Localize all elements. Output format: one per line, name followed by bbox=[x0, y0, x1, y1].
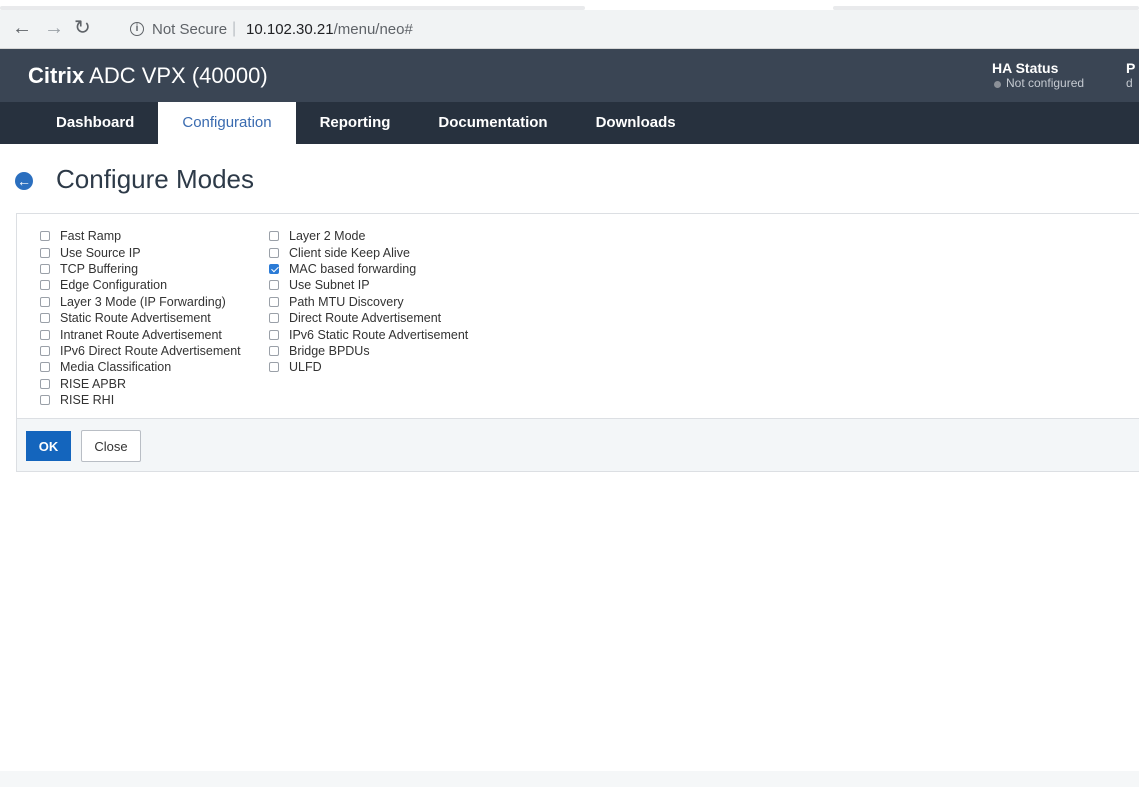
ha-status-dot-icon bbox=[994, 81, 1001, 88]
mode-label: IPv6 Direct Route Advertisement bbox=[60, 343, 241, 358]
checkbox[interactable] bbox=[40, 263, 50, 274]
checkbox[interactable] bbox=[40, 378, 50, 389]
back-circle-icon[interactable]: ← bbox=[15, 172, 33, 190]
page-title: Configure Modes bbox=[56, 164, 254, 194]
mode-label: Bridge BPDUs bbox=[289, 343, 370, 358]
mode-label: Static Route Advertisement bbox=[60, 311, 211, 326]
checkbox[interactable] bbox=[269, 247, 279, 258]
checkbox[interactable] bbox=[269, 329, 279, 340]
mode-label: ULFD bbox=[289, 360, 322, 375]
app-header: Citrix ADC VPX (40000) HA Status Not con… bbox=[0, 49, 1139, 102]
modes-column-1: Fast Ramp Use Source IP TCP Buffering Ed… bbox=[40, 228, 241, 408]
modes-panel: Fast Ramp Use Source IP TCP Buffering Ed… bbox=[16, 213, 1139, 419]
mode-label: RISE APBR bbox=[60, 376, 126, 391]
mode-option[interactable]: Layer 2 Mode bbox=[269, 228, 468, 244]
checkbox[interactable] bbox=[40, 362, 50, 373]
mode-option[interactable]: Direct Route Advertisement bbox=[269, 310, 468, 326]
mode-label: Direct Route Advertisement bbox=[289, 311, 442, 326]
mode-label: Use Subnet IP bbox=[289, 278, 370, 293]
back-arrow-icon[interactable]: ← bbox=[12, 17, 32, 39]
mode-label: IPv6 Static Route Advertisement bbox=[289, 327, 469, 342]
mode-option[interactable]: Fast Ramp bbox=[40, 228, 241, 244]
checkbox[interactable] bbox=[269, 231, 279, 242]
brand-citrix: Citrix bbox=[28, 63, 85, 88]
close-button[interactable]: Close bbox=[81, 430, 141, 462]
partition-label[interactable]: P bbox=[1126, 60, 1135, 76]
mode-label: Intranet Route Advertisement bbox=[60, 327, 222, 342]
checkbox[interactable] bbox=[40, 247, 50, 258]
mode-label: Client side Keep Alive bbox=[289, 245, 410, 260]
browser-tab-strip bbox=[0, 0, 1139, 10]
main-nav: Dashboard Configuration Reporting Docume… bbox=[0, 102, 1139, 144]
mode-option[interactable]: Edge Configuration bbox=[40, 277, 241, 293]
tab-documentation[interactable]: Documentation bbox=[414, 102, 571, 144]
checkbox[interactable] bbox=[40, 345, 50, 356]
url-field[interactable]: 10.102.30.21/menu/neo# bbox=[246, 21, 413, 38]
form-footer: OK Close bbox=[16, 418, 1139, 472]
product-brand: Citrix ADC VPX (40000) bbox=[28, 63, 268, 89]
mode-option[interactable]: IPv6 Direct Route Advertisement bbox=[40, 343, 241, 359]
mode-label: MAC based forwarding bbox=[289, 261, 417, 276]
info-icon[interactable]: i bbox=[130, 22, 144, 36]
forward-arrow-icon[interactable]: → bbox=[44, 17, 64, 39]
mode-label: Layer 2 Mode bbox=[289, 229, 366, 244]
checkbox[interactable] bbox=[269, 296, 279, 307]
checkbox[interactable] bbox=[40, 395, 50, 406]
checkbox[interactable] bbox=[40, 280, 50, 291]
bottom-strip bbox=[0, 771, 1139, 787]
not-secure-label[interactable]: Not Secure bbox=[152, 21, 227, 38]
ha-status-label: HA Status bbox=[992, 60, 1059, 76]
tab-configuration[interactable]: Configuration bbox=[158, 102, 296, 144]
checkbox[interactable] bbox=[269, 313, 279, 324]
mode-option[interactable]: Layer 3 Mode (IP Forwarding) bbox=[40, 294, 241, 310]
tab-dashboard[interactable]: Dashboard bbox=[32, 102, 158, 144]
mode-label: Media Classification bbox=[60, 360, 172, 375]
mode-label: Fast Ramp bbox=[60, 229, 122, 244]
browser-address-bar: ← → ↻ i Not Secure | 10.102.30.21/menu/n… bbox=[0, 10, 1139, 49]
checkbox[interactable] bbox=[269, 263, 279, 274]
mode-option[interactable]: ULFD bbox=[269, 359, 468, 375]
ok-button[interactable]: OK bbox=[26, 431, 71, 461]
checkbox[interactable] bbox=[40, 329, 50, 340]
checkbox[interactable] bbox=[40, 296, 50, 307]
mode-label: Path MTU Discovery bbox=[289, 294, 404, 309]
ha-status-value: Not configured bbox=[1006, 76, 1085, 90]
checkbox[interactable] bbox=[269, 280, 279, 291]
mode-option[interactable]: Path MTU Discovery bbox=[269, 294, 468, 310]
mode-label: Layer 3 Mode (IP Forwarding) bbox=[60, 294, 226, 309]
mode-option[interactable]: Client side Keep Alive bbox=[269, 244, 468, 260]
mode-label: Use Source IP bbox=[60, 245, 141, 260]
reload-icon[interactable]: ↻ bbox=[74, 17, 91, 39]
mode-option[interactable]: Use Subnet IP bbox=[269, 277, 468, 293]
checkbox[interactable] bbox=[40, 231, 50, 242]
mode-option[interactable]: TCP Buffering bbox=[40, 261, 241, 277]
tab-reporting[interactable]: Reporting bbox=[296, 102, 415, 144]
mode-label: RISE RHI bbox=[60, 393, 115, 408]
mode-label: Edge Configuration bbox=[60, 278, 168, 293]
url-path: /menu/neo# bbox=[333, 21, 413, 38]
mode-option[interactable]: RISE RHI bbox=[40, 392, 241, 408]
mode-option[interactable]: Static Route Advertisement bbox=[40, 310, 241, 326]
mode-option[interactable]: Bridge BPDUs bbox=[269, 343, 468, 359]
brand-product: ADC VPX (40000) bbox=[84, 63, 268, 88]
mode-label: TCP Buffering bbox=[60, 261, 139, 276]
mode-option[interactable]: MAC based forwarding bbox=[269, 261, 468, 277]
partition-value[interactable]: d bbox=[1126, 76, 1133, 90]
mode-option[interactable]: Intranet Route Advertisement bbox=[40, 326, 241, 342]
modes-column-2: Layer 2 Mode Client side Keep Alive MAC … bbox=[269, 228, 468, 376]
mode-option[interactable]: Media Classification bbox=[40, 359, 241, 375]
tab-downloads[interactable]: Downloads bbox=[572, 102, 700, 144]
url-separator: | bbox=[232, 20, 237, 37]
url-host: 10.102.30.21 bbox=[246, 21, 334, 38]
mode-option[interactable]: RISE APBR bbox=[40, 376, 241, 392]
checkbox[interactable] bbox=[269, 362, 279, 373]
checkbox[interactable] bbox=[40, 313, 50, 324]
checkbox[interactable] bbox=[269, 345, 279, 356]
mode-option[interactable]: Use Source IP bbox=[40, 244, 241, 260]
mode-option[interactable]: IPv6 Static Route Advertisement bbox=[269, 326, 468, 342]
